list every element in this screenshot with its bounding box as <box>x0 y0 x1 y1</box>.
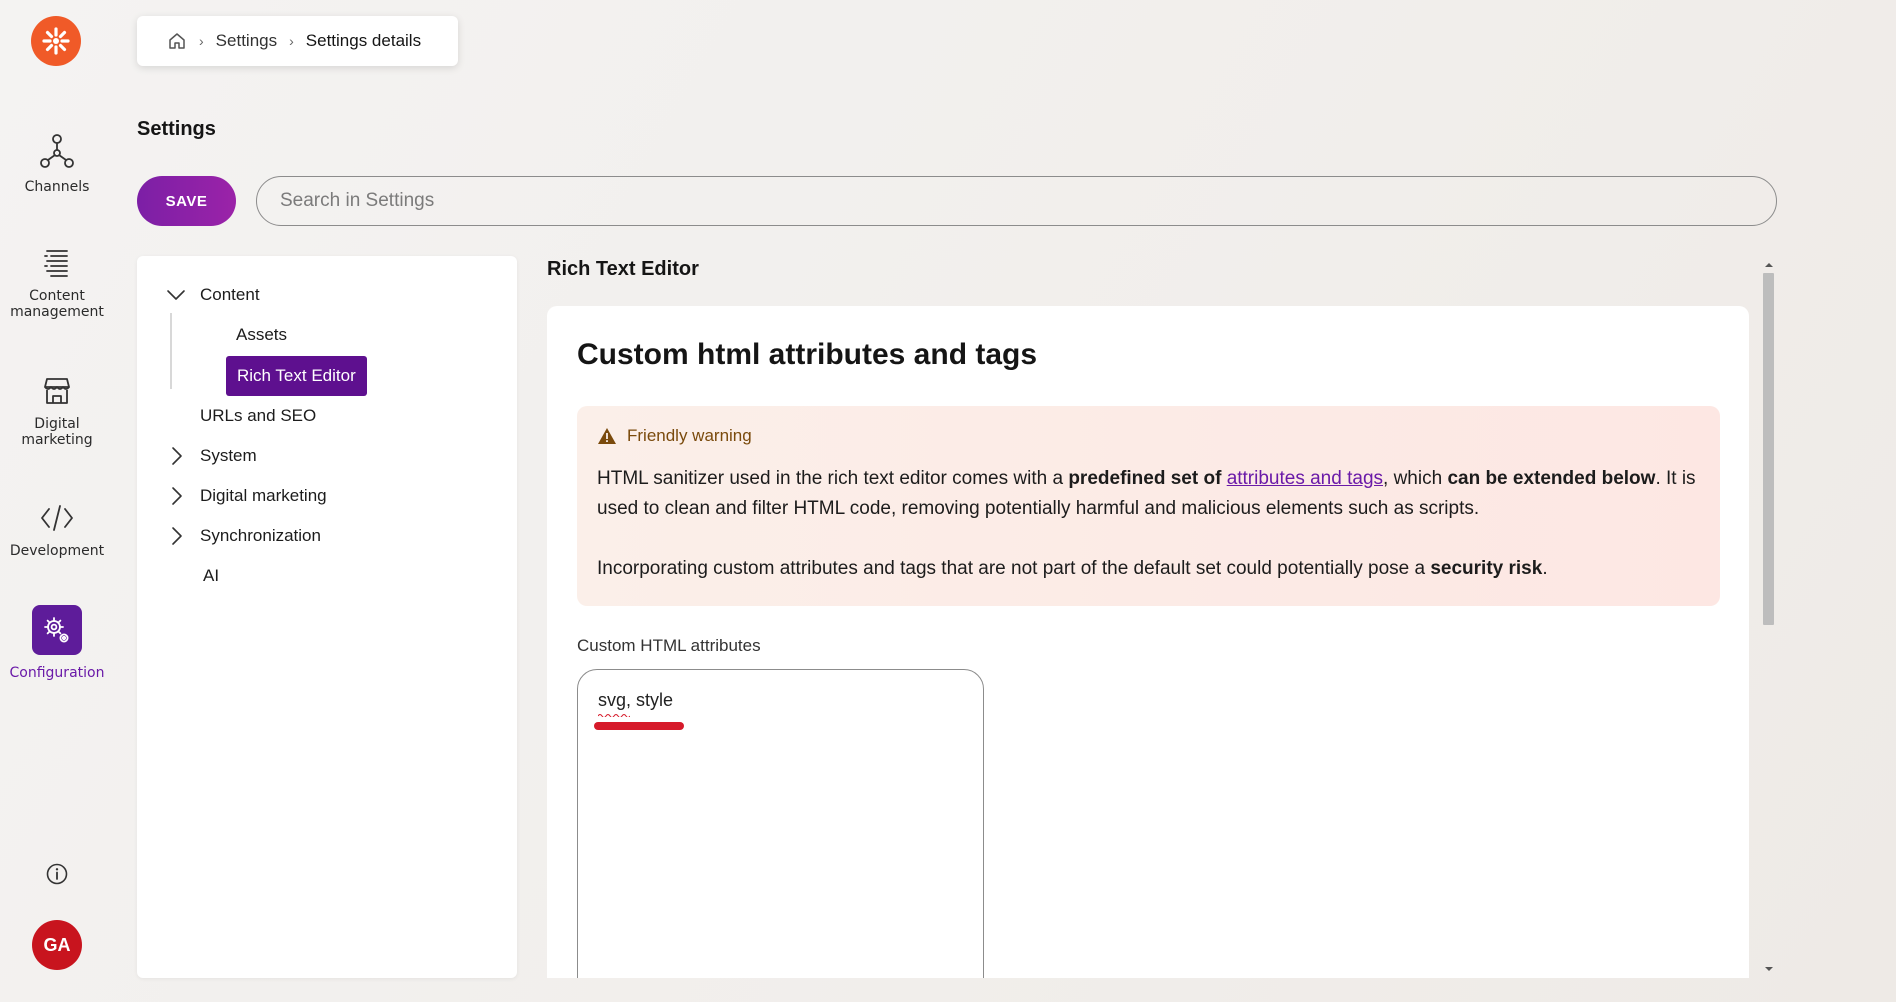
settings-tree: Content Assets Rich Text Editor URLs and… <box>137 256 517 978</box>
warning-triangle-icon <box>598 428 616 444</box>
warning-text: HTML sanitizer used in the rich text edi… <box>597 468 1069 489</box>
left-rail: Channels Content management Digital mark… <box>0 0 114 1002</box>
tree-item-system[interactable]: System <box>172 441 257 471</box>
custom-attributes-label: Custom HTML attributes <box>577 636 761 655</box>
tree-item-urls-seo[interactable]: URLs and SEO <box>200 401 316 431</box>
tree-item-content-label: Content <box>200 285 260 304</box>
settings-card: Custom html attributes and tags Friendly… <box>547 306 1749 978</box>
user-avatar[interactable]: GA <box>32 920 82 970</box>
rail-development[interactable]: Development <box>0 503 114 559</box>
chevron-right-icon[interactable] <box>168 486 184 506</box>
breadcrumb-separator: › <box>199 33 204 49</box>
channels-icon <box>40 134 74 168</box>
storefront-icon <box>44 378 70 404</box>
settings-search-input[interactable] <box>256 176 1777 226</box>
warning-text: Incorporating custom attributes and tags… <box>597 558 1431 579</box>
warning-header: Friendly warning <box>597 426 1700 446</box>
warning-callout: Friendly warning HTML sanitizer used in … <box>577 406 1720 606</box>
scrollbar-thumb[interactable] <box>1763 273 1774 625</box>
tree-item-urls-seo-label: URLs and SEO <box>200 406 317 425</box>
scroll-down-arrow-icon[interactable] <box>1764 966 1774 972</box>
chevron-right-icon[interactable] <box>168 446 184 466</box>
warning-bold-text: can be extended below <box>1447 468 1656 489</box>
app-logo[interactable] <box>31 16 81 66</box>
breadcrumb: › Settings › Settings details <box>137 16 458 66</box>
tree-item-ai-label: AI <box>203 566 220 585</box>
warning-paragraph-2: Incorporating custom attributes and tags… <box>597 554 1700 584</box>
breadcrumb-settings[interactable]: Settings <box>216 31 277 51</box>
rail-configuration-label: Configuration <box>9 665 105 681</box>
gears-icon <box>44 617 69 643</box>
tree-item-system-label: System <box>200 446 257 465</box>
code-icon <box>41 505 73 531</box>
attributes-and-tags-link[interactable]: attributes and tags <box>1227 468 1383 489</box>
tree-item-assets[interactable]: Assets <box>236 320 287 350</box>
chevron-right-icon[interactable] <box>168 526 184 546</box>
tree-item-content[interactable]: Content <box>167 280 260 310</box>
rail-digital-marketing[interactable]: Digital marketing <box>0 376 114 448</box>
page-title: Settings <box>137 118 216 140</box>
info-icon[interactable] <box>45 862 69 886</box>
rail-channels-label: Channels <box>24 179 90 195</box>
card-title: Custom html attributes and tags <box>577 338 1038 371</box>
breadcrumb-current: Settings details <box>305 31 422 50</box>
tree-item-synchronization[interactable]: Synchronization <box>172 521 321 551</box>
tree-item-rich-text-editor[interactable]: Rich Text Editor <box>226 356 367 396</box>
rail-development-label: Development <box>9 543 105 559</box>
content-management-icon <box>44 250 68 277</box>
rail-channels[interactable]: Channels <box>0 133 114 195</box>
breadcrumb-separator: › <box>289 33 294 49</box>
custom-attributes-textarea[interactable]: svg, style <box>577 669 984 978</box>
rail-content-management-label: Content management <box>10 288 104 320</box>
logo-icon <box>42 27 70 55</box>
warning-heading: Friendly warning <box>627 426 752 445</box>
tree-item-assets-label: Assets <box>236 325 288 344</box>
section-title: Rich Text Editor <box>547 258 699 280</box>
scroll-up-arrow-icon[interactable] <box>1764 262 1774 268</box>
warning-text: , which <box>1383 468 1448 489</box>
warning-paragraph-1: HTML sanitizer used in the rich text edi… <box>597 464 1700 524</box>
warning-bold-text: predefined set of <box>1068 468 1222 489</box>
tree-item-synchronization-label: Synchronization <box>200 526 321 545</box>
warning-bold-text: security risk <box>1430 558 1543 579</box>
tree-item-digital-marketing[interactable]: Digital marketing <box>172 481 327 511</box>
tree-guide-line <box>170 313 172 389</box>
chevron-down-icon[interactable] <box>166 287 186 303</box>
warning-text: . <box>1542 558 1548 579</box>
configuration-active-box <box>32 605 82 655</box>
rail-content-management[interactable]: Content management <box>0 248 114 320</box>
home-icon[interactable] <box>167 31 187 51</box>
tree-item-ai[interactable]: AI <box>203 561 219 591</box>
tree-item-digital-marketing-label: Digital marketing <box>200 486 327 505</box>
rail-configuration[interactable]: Configuration <box>0 605 114 681</box>
red-annotation-underline <box>594 722 684 730</box>
save-button[interactable]: SAVE <box>137 176 236 226</box>
rail-digital-marketing-label: Digital marketing <box>21 416 93 448</box>
spellcheck-squiggle <box>598 714 630 717</box>
